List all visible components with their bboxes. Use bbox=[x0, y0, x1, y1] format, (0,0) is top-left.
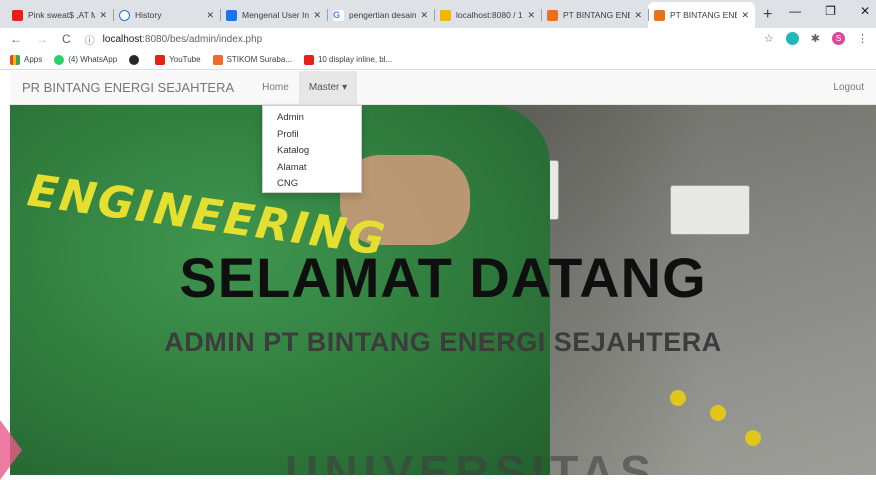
puzzle-icon[interactable]: ✱ bbox=[811, 32, 820, 45]
youtube-icon bbox=[155, 54, 166, 65]
avatar[interactable]: S bbox=[832, 32, 845, 45]
menu-item-katalog[interactable]: Katalog bbox=[263, 143, 361, 160]
stikom-icon bbox=[212, 54, 223, 65]
google-icon: G bbox=[333, 9, 344, 21]
site-icon bbox=[654, 9, 665, 21]
github-icon bbox=[129, 54, 140, 65]
star-icon[interactable]: ☆ bbox=[764, 32, 774, 45]
welcome-title: SELAMAT DATANG bbox=[179, 246, 707, 309]
bookmark-stikom[interactable]: STIKOM Suraba... bbox=[212, 54, 292, 65]
terminal-knob bbox=[670, 390, 686, 406]
close-tab-icon[interactable]: ✕ bbox=[527, 10, 535, 21]
url-field[interactable]: localhost:8080/bes/admin/index.php bbox=[103, 34, 263, 45]
browser-tab[interactable]: History ✕ bbox=[113, 2, 220, 28]
toolbar-right: ☆ ✱ S ⋮ bbox=[764, 32, 868, 45]
site-icon bbox=[547, 9, 558, 21]
browser-tab-strip: Pink sweat$ ,AT M ✕ History ✕ Mengenal Use… bbox=[0, 0, 876, 28]
contactor-device bbox=[670, 185, 750, 235]
forward-icon[interactable]: → bbox=[36, 32, 48, 46]
window-controls: — ❐ ✕ bbox=[789, 4, 870, 18]
close-icon[interactable]: ✕ bbox=[860, 4, 870, 18]
browser-tab[interactable]: localhost:8080 / 1 ✕ bbox=[434, 2, 541, 28]
extension-icon[interactable] bbox=[785, 32, 799, 45]
bookmark-youtube[interactable]: YouTube bbox=[155, 54, 201, 65]
close-tab-icon[interactable]: ✕ bbox=[206, 10, 214, 21]
close-tab-icon[interactable]: ✕ bbox=[313, 10, 321, 21]
back-icon[interactable]: ← bbox=[10, 32, 22, 46]
watermark: UNIVERSITAS bbox=[285, 446, 657, 475]
watermark-logo-shape bbox=[0, 420, 22, 480]
whatsapp-icon bbox=[54, 54, 65, 65]
logout-link[interactable]: Logout bbox=[833, 82, 864, 93]
terminal-knob bbox=[745, 430, 761, 446]
close-tab-icon[interactable]: ✕ bbox=[741, 10, 749, 21]
browser-tab[interactable]: Pink sweat$ ,AT M ✕ bbox=[6, 2, 113, 28]
menu-item-admin[interactable]: Admin bbox=[263, 110, 361, 127]
browser-tab[interactable]: Mengenal User Int ✕ bbox=[220, 2, 327, 28]
hero-banner: ENGINEERING SELAMAT DATANG ADMIN PT BINT… bbox=[10, 105, 876, 475]
menu-item-alamat[interactable]: Alamat bbox=[263, 160, 361, 177]
terminal-knob bbox=[710, 405, 726, 421]
minimize-icon[interactable]: — bbox=[789, 4, 801, 18]
apps-icon bbox=[10, 54, 20, 65]
info-icon[interactable]: ⓘ bbox=[85, 32, 95, 47]
nav-home[interactable]: Home bbox=[252, 71, 299, 105]
browser-tab[interactable]: Gpengertian desain ✕ bbox=[327, 2, 434, 28]
welcome-subtitle: ADMIN PT BINTANG ENERGI SEJAHTERA bbox=[164, 327, 722, 357]
bookmark-github[interactable] bbox=[129, 54, 143, 65]
menu-icon[interactable]: ⋮ bbox=[857, 32, 868, 45]
brand-link[interactable]: PR BINTANG ENERGI SEJAHTERA bbox=[10, 80, 234, 95]
close-tab-icon[interactable]: ✕ bbox=[420, 10, 428, 21]
menu-item-profil[interactable]: Profil bbox=[263, 127, 361, 144]
address-bar: ← → C ⓘ localhost:8080/bes/admin/index.p… bbox=[0, 28, 876, 50]
phpmyadmin-icon bbox=[440, 9, 451, 21]
site-icon bbox=[226, 9, 237, 21]
bookmark-apps[interactable]: Apps bbox=[10, 54, 42, 65]
history-icon bbox=[119, 9, 130, 21]
nav-master-dropdown[interactable]: Master ▾ bbox=[298, 70, 358, 105]
bookmark-whatsapp[interactable]: (4) WhatsApp bbox=[54, 54, 117, 65]
youtube-icon bbox=[12, 9, 23, 21]
master-dropdown-menu: Admin Profil Katalog Alamat CNG bbox=[262, 105, 362, 193]
bookmark-display-inline[interactable]: 10 display inline, bl... bbox=[303, 54, 392, 65]
reload-icon[interactable]: C bbox=[62, 32, 71, 46]
browser-tab-active[interactable]: PT BINTANG ENER✕ bbox=[648, 2, 755, 28]
youtube-icon bbox=[303, 54, 314, 65]
bookmarks-bar: Apps (4) WhatsApp YouTube STIKOM Suraba.… bbox=[0, 50, 876, 70]
close-tab-icon[interactable]: ✕ bbox=[634, 10, 642, 21]
close-tab-icon[interactable]: ✕ bbox=[99, 10, 107, 21]
new-tab-button[interactable]: + bbox=[763, 2, 772, 28]
site-navbar: PR BINTANG ENERGI SEJAHTERA Home Master … bbox=[10, 70, 876, 105]
menu-item-cng[interactable]: CNG bbox=[263, 176, 361, 193]
browser-tab[interactable]: PT BINTANG ENER✕ bbox=[541, 2, 648, 28]
maximize-icon[interactable]: ❐ bbox=[825, 4, 836, 18]
